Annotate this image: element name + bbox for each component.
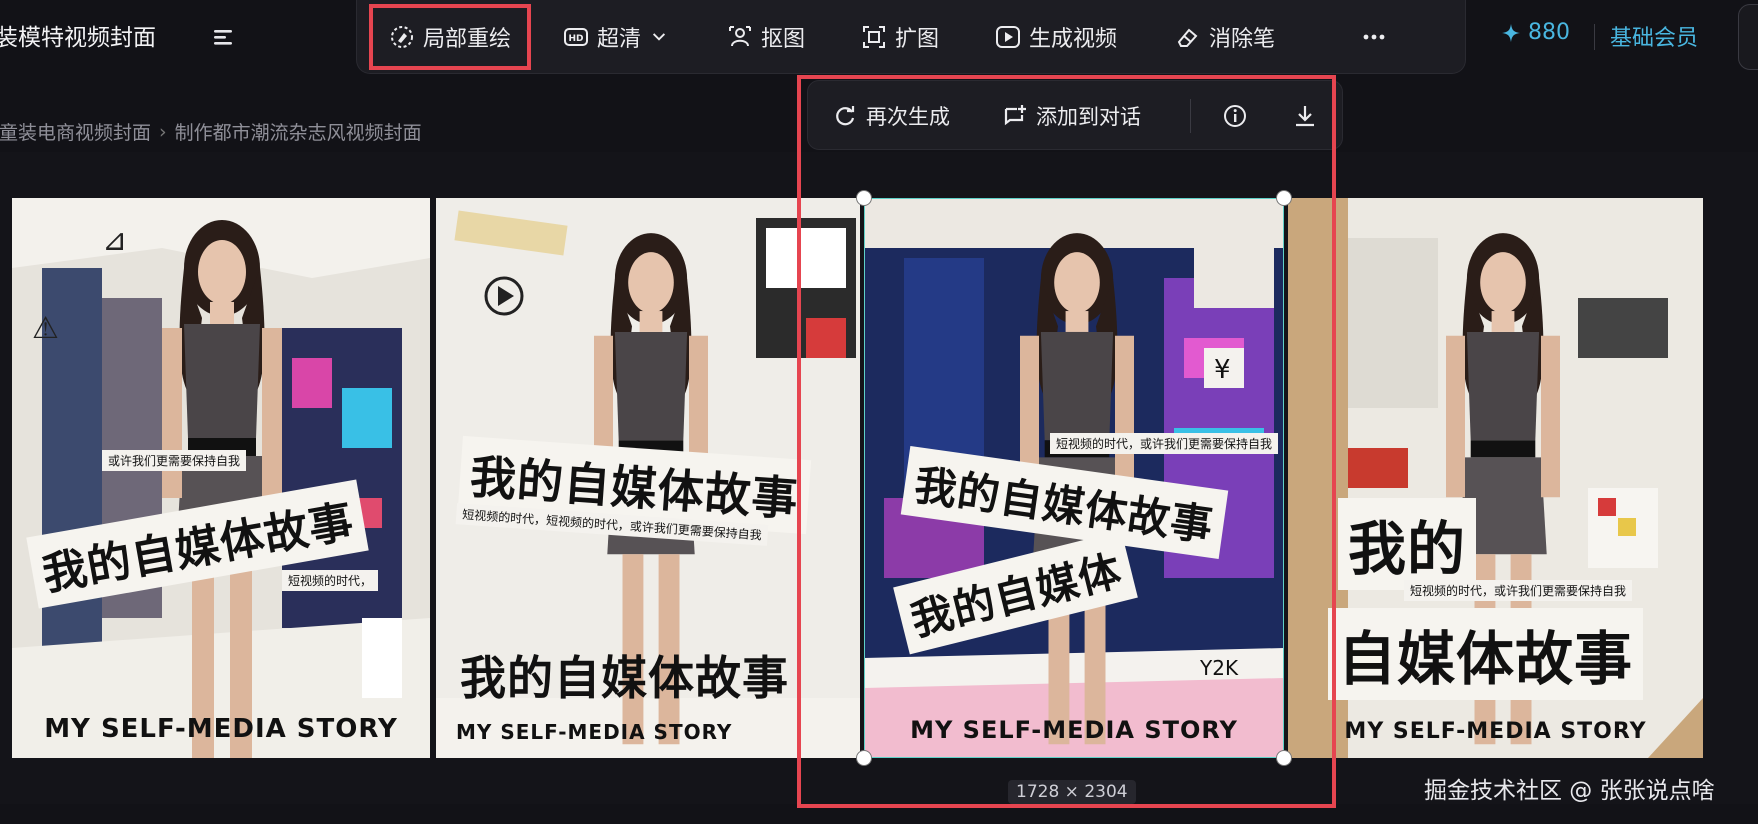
eraser-icon (1177, 28, 1198, 47)
resize-handle-top-left[interactable] (856, 190, 872, 206)
download-button[interactable] (1292, 99, 1318, 133)
hd-icon: HD (564, 28, 588, 46)
more-dots-icon (1363, 34, 1385, 40)
breadcrumb-parent[interactable]: 成童装电商视频封面 (0, 118, 151, 145)
image-dimensions-label: 1728 × 2304 (1008, 780, 1136, 804)
download-icon (1296, 106, 1314, 127)
project-title[interactable]: 服装模特视频封面 (0, 18, 156, 52)
image-toolbar: 局部重绘 HD 超清 抠图 扩图 生成视频 消除笔 (356, 0, 1466, 74)
hd-label: 超清 (597, 27, 642, 52)
poster-1-subtitle: 或许我们更需要保持自我 (102, 450, 247, 471)
poster-1-english-title: MY SELF-MEDIA STORY (44, 714, 398, 744)
menu-icon[interactable] (212, 26, 234, 48)
breadcrumb-current: 制作都市潮流杂志风视频封面 (174, 122, 422, 144)
poster-4-headline: 我的 (1338, 498, 1477, 590)
chat-add-icon (1004, 105, 1026, 126)
header-divider (1594, 24, 1595, 50)
chevron-right-icon: › (159, 120, 167, 143)
eraser-button[interactable]: 消除笔 (1175, 14, 1275, 60)
inpaint-label: 局部重绘 (423, 27, 512, 52)
expand-icon (863, 26, 885, 48)
cutout-label: 抠图 (761, 27, 806, 52)
sparkle-icon (1501, 23, 1521, 42)
eraser-label: 消除笔 (1209, 27, 1276, 52)
action-divider (1190, 99, 1191, 133)
resize-handle-bottom-right[interactable] (1276, 750, 1292, 766)
poster-3-tag: Y2K (1200, 656, 1239, 680)
image-action-bar: 再次生成 添加到对话 (807, 80, 1343, 150)
poster-4-subtitle: 短视频的时代，或许我们更需要保持自我 (1404, 580, 1633, 601)
poster-3-selected[interactable]: ¥ 短视频的时代，或许我们更需要保持自我 我的自媒体故事 我的自媒体 Y2K M… (864, 198, 1284, 758)
inpaint-button[interactable]: 局部重绘 (369, 4, 532, 70)
credits-counter[interactable]: 880 (1500, 20, 1570, 45)
more-button[interactable] (1361, 14, 1387, 60)
svg-text:⚠: ⚠ (32, 311, 59, 346)
resize-handle-top-right[interactable] (1276, 190, 1292, 206)
info-button[interactable] (1222, 99, 1248, 133)
expand-label: 扩图 (895, 27, 940, 52)
poster-2-english-title: MY SELF-MEDIA STORY (456, 720, 733, 744)
poster-1[interactable]: ⊿ ⚠ 或许我们更需要保持自我 我的自媒体故事 短视频的时代， MY SELF-… (12, 198, 430, 758)
poster-4-headline-2: 自媒体故事 (1328, 608, 1644, 700)
make-video-button[interactable]: 生成视频 (995, 14, 1117, 60)
poster-4[interactable]: 我的 短视频的时代，或许我们更需要保持自我 自媒体故事 MY SELF-MEDI… (1288, 198, 1703, 758)
credits-value: 880 (1528, 20, 1570, 45)
add-to-chat-button[interactable]: 添加到对话 (1002, 99, 1141, 133)
make-video-label: 生成视频 (1029, 27, 1118, 52)
brush-circle-icon (391, 26, 413, 48)
resize-handle-bottom-left[interactable] (856, 750, 872, 766)
membership-link[interactable]: 基础会员 (1610, 20, 1698, 52)
hd-button[interactable]: HD 超清 (563, 14, 669, 60)
regenerate-button[interactable]: 再次生成 (832, 99, 950, 133)
poster-3-english-title: MY SELF-MEDIA STORY (910, 716, 1238, 744)
poster-1-subtitle-2: 短视频的时代， (282, 570, 379, 591)
regenerate-label: 再次生成 (866, 105, 950, 129)
refresh-icon (836, 106, 855, 126)
add-to-chat-label: 添加到对话 (1036, 105, 1141, 129)
expand-button[interactable]: 扩图 (861, 14, 939, 60)
person-cutout-icon (729, 26, 751, 47)
model-figure (162, 220, 282, 758)
svg-text:¥: ¥ (1214, 355, 1231, 385)
cutout-button[interactable]: 抠图 (727, 14, 805, 60)
svg-text:HD: HD (568, 34, 583, 44)
video-play-icon (996, 26, 1020, 48)
poster-2[interactable]: 我的自媒体故事 短视频的时代，短视频的时代，或许我们更需要保持自我 我的自媒体故… (436, 198, 860, 758)
poster-4-english-title: MY SELF-MEDIA STORY (1344, 719, 1647, 744)
breadcrumb: 成童装电商视频封面 › 制作都市潮流杂志风视频封面 (0, 118, 422, 145)
user-panel-edge[interactable] (1738, 4, 1758, 70)
info-icon (1224, 105, 1246, 127)
chevron-down-icon (652, 33, 666, 41)
poster-3-subtitle: 短视频的时代，或许我们更需要保持自我 (1050, 433, 1279, 454)
watermark: 掘金技术社区 @ 张张说点啥 (1424, 778, 1715, 804)
poster-2-headline-2: 我的自媒体故事 (460, 651, 789, 705)
